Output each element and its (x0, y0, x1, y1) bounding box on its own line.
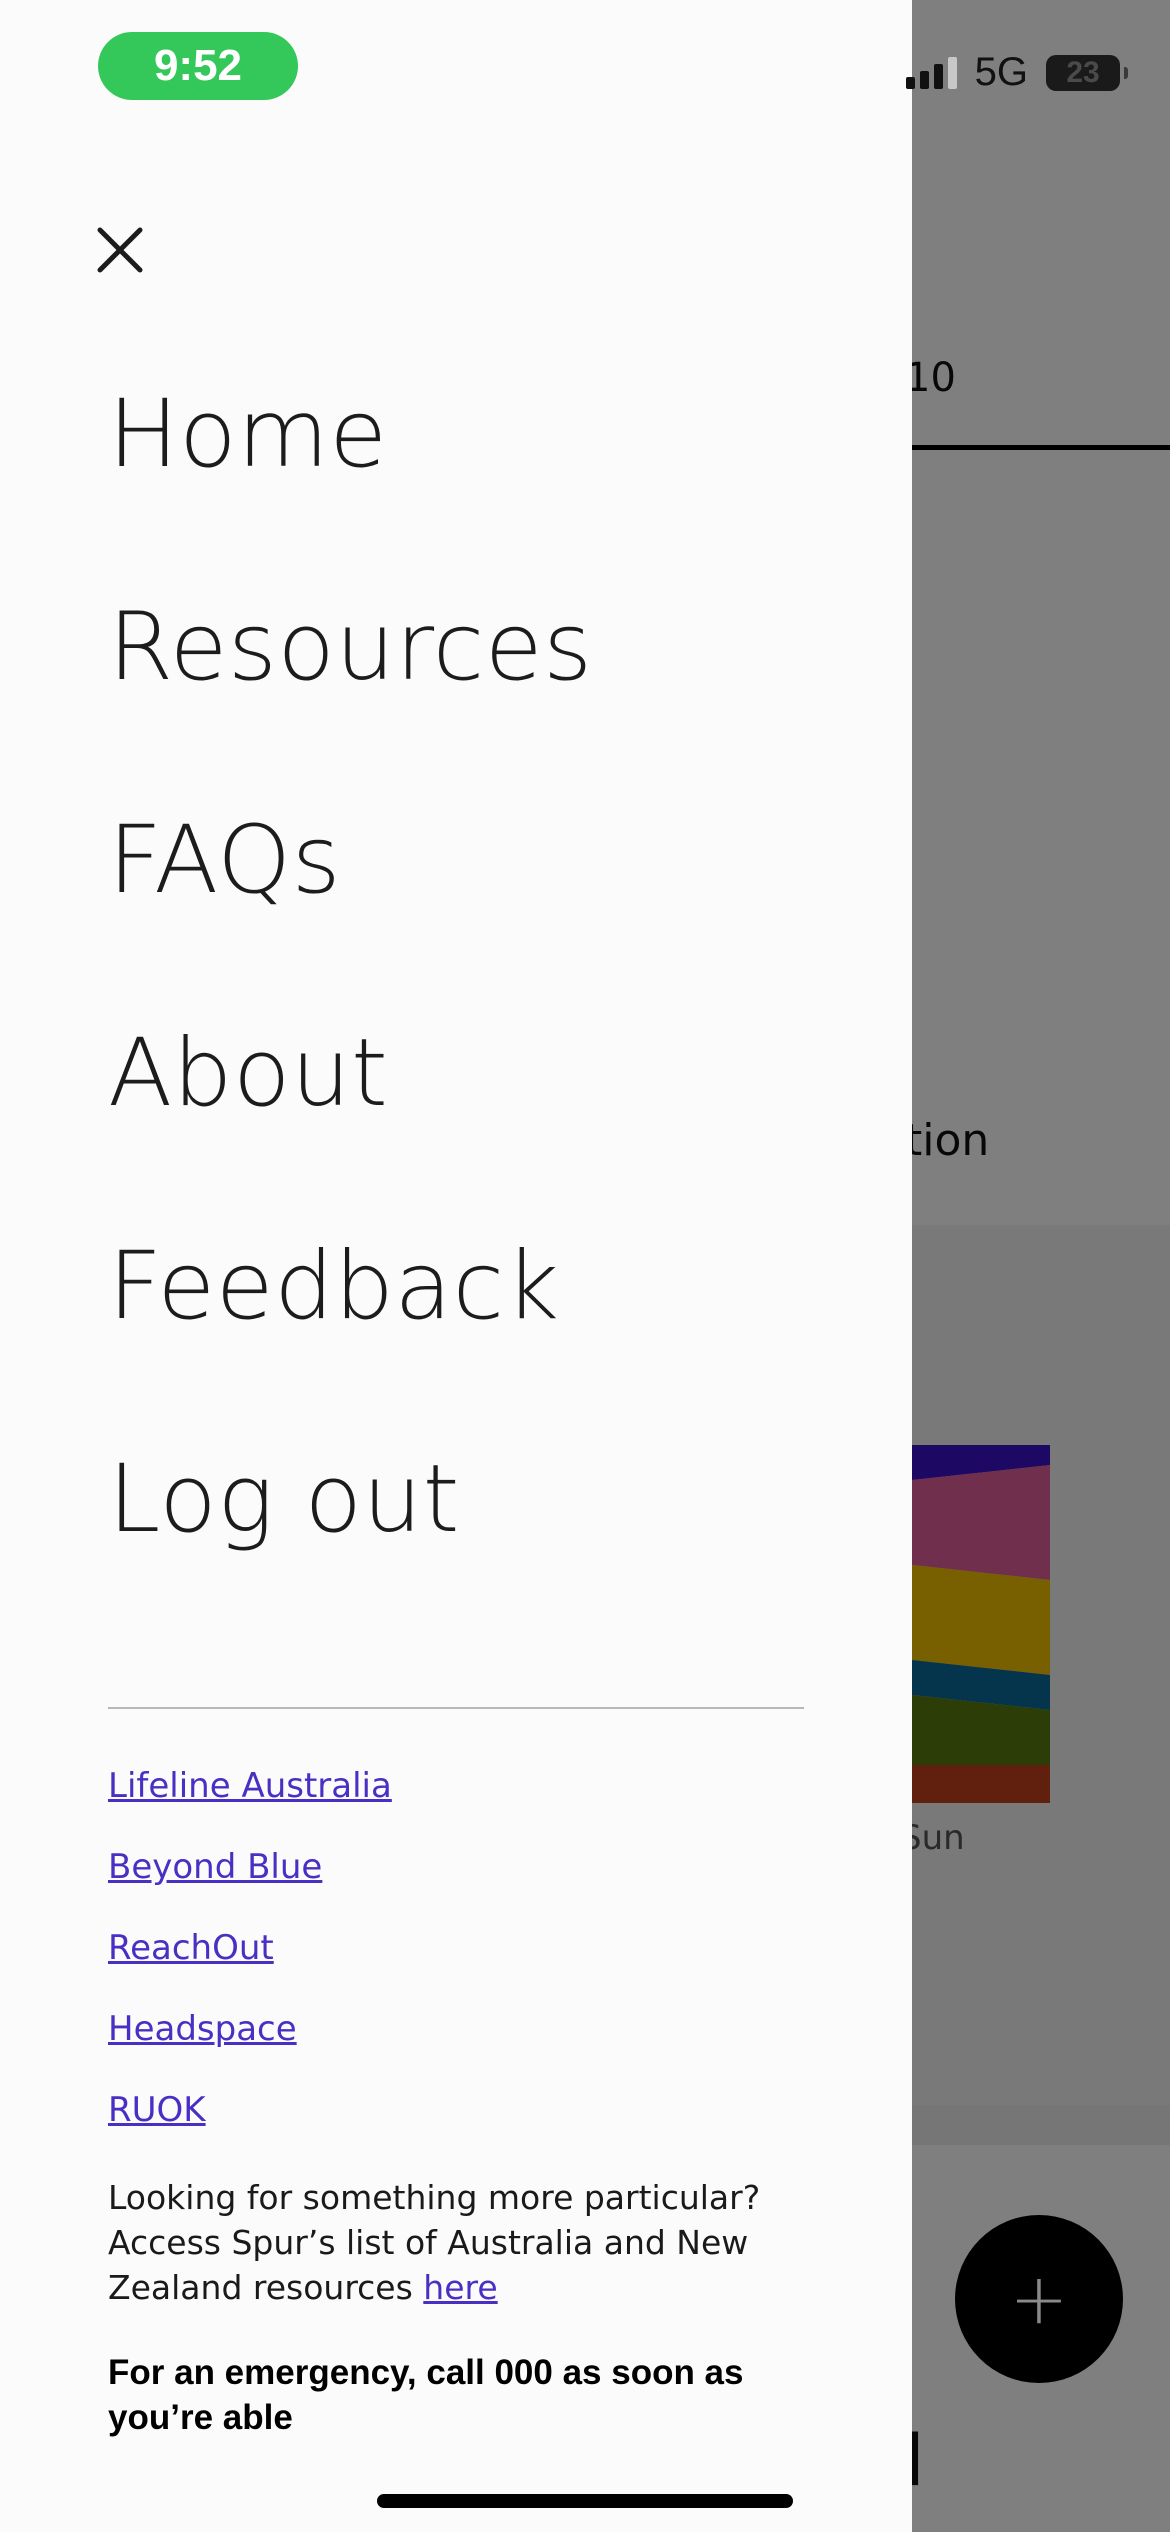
nav-item-about[interactable]: About (108, 1009, 593, 1222)
drawer-nav: Home Resources FAQs About Feedback Log o… (108, 370, 593, 1648)
nav-item-faqs[interactable]: FAQs (108, 796, 593, 1009)
navigation-drawer: Home Resources FAQs About Feedback Log o… (0, 0, 912, 2532)
nav-item-feedback[interactable]: Feedback (108, 1222, 593, 1435)
nav-item-resources[interactable]: Resources (108, 583, 593, 796)
more-resources-text: Looking for something more particular? A… (108, 2175, 828, 2310)
support-links: Lifeline Australia Beyond Blue ReachOut … (108, 1766, 392, 2171)
plus-icon: + (1009, 2258, 1069, 2340)
close-icon (97, 227, 143, 273)
link-reachout[interactable]: ReachOut (108, 1928, 392, 2009)
link-beyond-blue[interactable]: Beyond Blue (108, 1847, 392, 1928)
emergency-notice: For an emergency, call 000 as soon as yo… (108, 2353, 744, 2437)
nav-item-home[interactable]: Home (108, 370, 593, 583)
drawer-divider (108, 1707, 804, 1709)
more-resources-link[interactable]: here (423, 2268, 497, 2307)
link-headspace[interactable]: Headspace (108, 2009, 392, 2090)
battery-level: 23 (1066, 55, 1100, 89)
link-ruok[interactable]: RUOK (108, 2090, 392, 2171)
battery-icon: 23 (1046, 54, 1128, 91)
home-indicator (377, 2494, 793, 2508)
status-time: 9:52 (98, 32, 298, 100)
link-lifeline-australia[interactable]: Lifeline Australia (108, 1766, 392, 1847)
network-label: 5G (974, 50, 1028, 94)
nav-item-log-out[interactable]: Log out (108, 1435, 593, 1648)
close-button[interactable] (90, 220, 150, 280)
add-entry-button[interactable]: + (955, 2215, 1123, 2383)
status-indicators: 5G 23 (905, 50, 1128, 95)
signal-icon (905, 56, 957, 89)
